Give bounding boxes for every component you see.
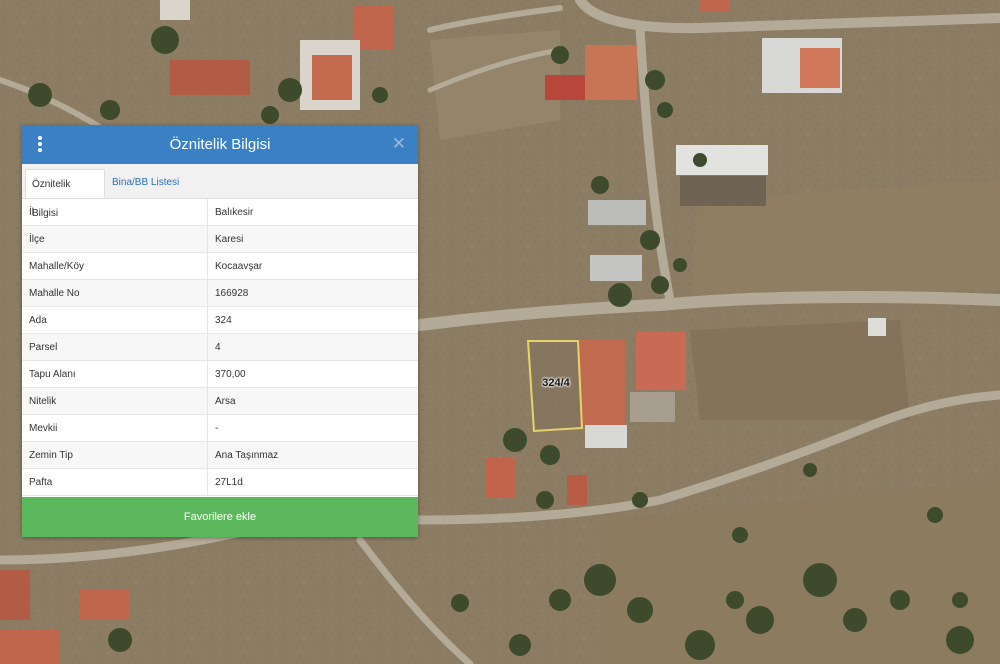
table-row: Tapu Alanı 370,00 [22,360,418,388]
attribute-key: Mahalle No [22,279,208,307]
attribute-value: Kocaavşar [207,252,418,280]
attribute-value: 370,00 [207,360,418,388]
table-row: Pafta 27L1d [22,468,418,496]
table-row: Nitelik Arsa [22,387,418,415]
table-row: Parsel 4 [22,333,418,361]
parcel-label: 324/4 [542,377,570,389]
attribute-value: - [207,414,418,442]
attribute-value: 4 [207,333,418,361]
attribute-key: Mevkii [22,414,208,442]
attribute-key: Pafta [22,468,208,496]
panel-title: Öznitelik Bilgisi [169,136,271,153]
table-row: Mahalle/Köy Kocaavşar [22,252,418,280]
tab-building-list[interactable]: Bina/BB Listesi [106,168,185,197]
panel-tabs: Öznitelik Bilgisi Bina/BB Listesi [22,164,418,219]
attribute-key: Ada [22,306,208,334]
attribute-panel: Öznitelik Bilgisi ✕ Öznitelik Bilgisi Bi… [22,125,418,537]
attribute-value: Balıkesir [207,199,418,226]
attribute-key: Mahalle/Köy [22,252,208,280]
attribute-key: Parsel [22,333,208,361]
attribute-value: Karesi [207,225,418,253]
table-row: Mevkii - [22,414,418,442]
close-icon[interactable]: ✕ [392,134,406,154]
table-row: Zemin Tip Ana Taşınmaz [22,441,418,469]
vertical-dots-icon[interactable] [36,136,44,154]
panel-header: Öznitelik Bilgisi ✕ [22,125,418,164]
tab-attribute-info[interactable]: Öznitelik Bilgisi [25,169,105,219]
attribute-value: 166928 [207,279,418,307]
table-row: İlçe Karesi [22,225,418,253]
table-row: Mahalle No 166928 [22,279,418,307]
attribute-value: Arsa [207,387,418,415]
attribute-key: Tapu Alanı [22,360,208,388]
add-to-favorites-button[interactable]: Favorilere ekle [22,497,418,537]
attribute-value: 27L1d [207,468,418,496]
attribute-key: İlçe [22,225,208,253]
attribute-value: Ana Taşınmaz [207,441,418,469]
attribute-value: 324 [207,306,418,334]
table-row: Ada 324 [22,306,418,334]
table-row: İlBalıkesir [22,199,418,226]
attribute-key: Nitelik [22,387,208,415]
attribute-key: Zemin Tip [22,441,208,469]
attribute-table: İlBalıkesir İlçeKaresi Mahalle/KöyKocaav… [22,199,418,496]
